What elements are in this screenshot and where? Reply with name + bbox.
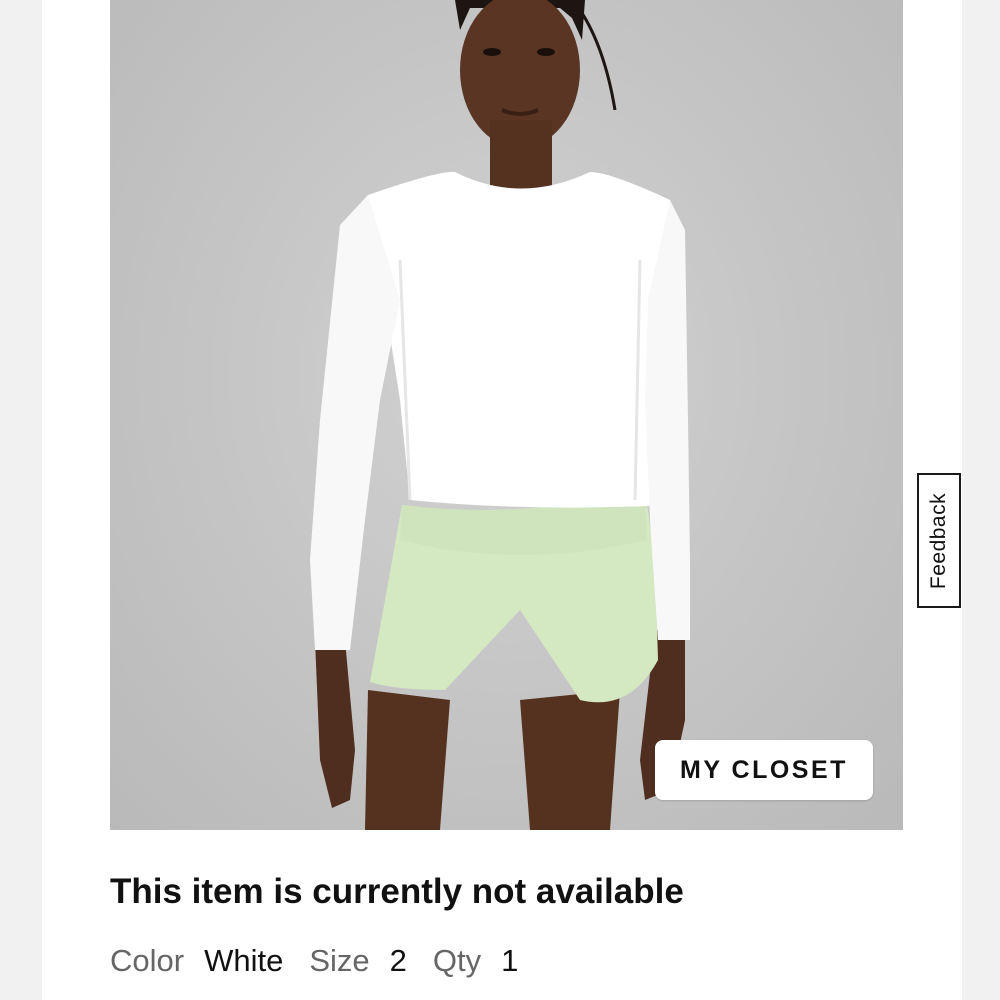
size-label: Size xyxy=(309,943,370,978)
model-photo xyxy=(310,0,690,830)
qty-label: Qty xyxy=(432,943,482,978)
my-closet-button[interactable]: MY CLOSET xyxy=(655,740,873,800)
my-closet-label: MY CLOSET xyxy=(680,755,848,784)
size-value: 2 xyxy=(389,943,407,978)
product-image[interactable] xyxy=(110,0,903,830)
color-label: Color xyxy=(110,943,185,978)
product-attributes: Color White Size 2 Qty 1 xyxy=(110,943,544,979)
feedback-label: Feedback xyxy=(927,492,951,589)
page: MY CLOSET Feedback This item is currentl… xyxy=(0,0,1000,1000)
qty-value: 1 xyxy=(501,943,519,978)
availability-message: This item is currently not available xyxy=(110,872,684,911)
color-value: White xyxy=(204,943,284,978)
feedback-tab[interactable]: Feedback xyxy=(917,473,961,608)
